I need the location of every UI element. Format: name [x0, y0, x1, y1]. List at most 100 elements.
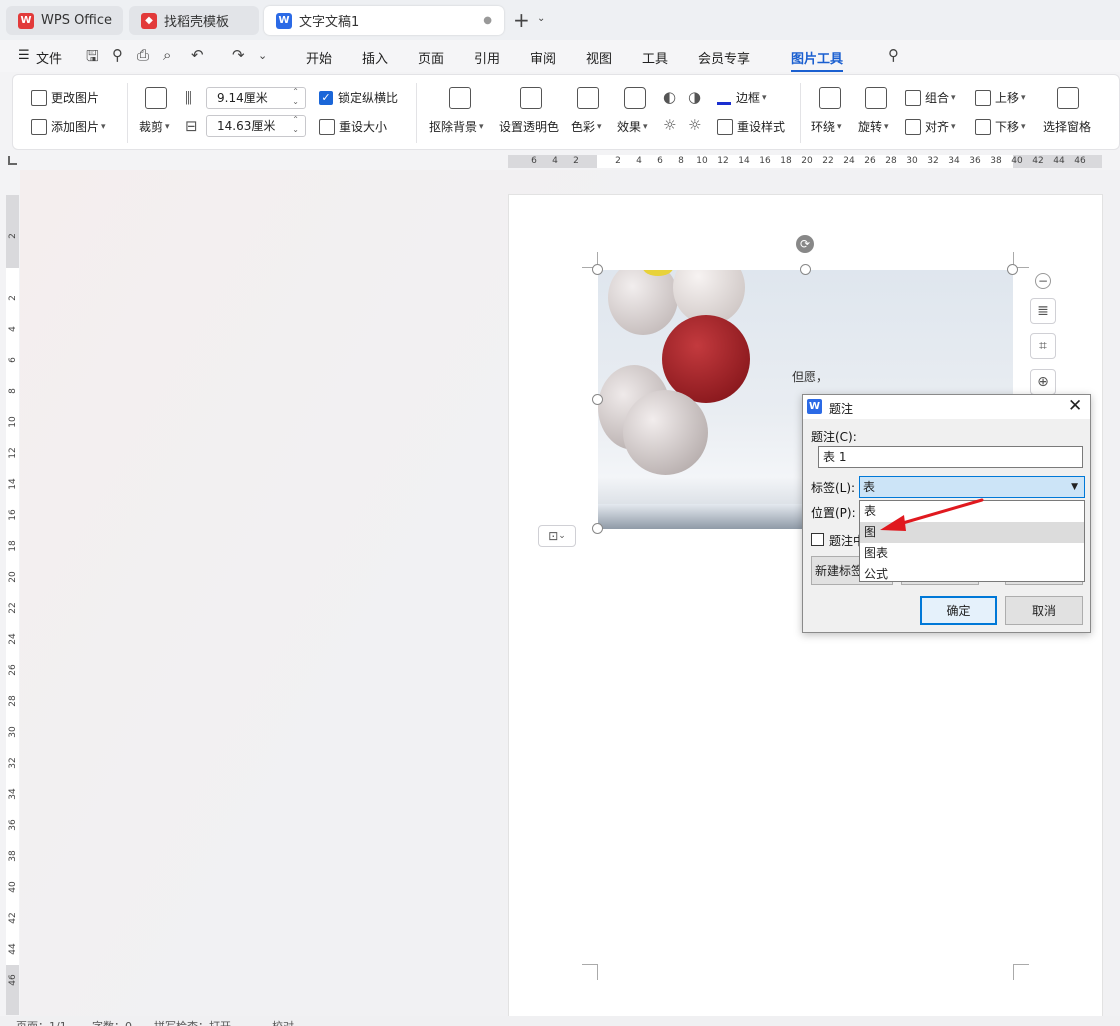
selection-pane-button[interactable]: 选择窗格	[1043, 118, 1091, 135]
label: 效果	[617, 120, 642, 134]
contrast-down-icon[interactable]: ☼	[688, 116, 701, 134]
status-proof[interactable]: 校对	[272, 1018, 294, 1026]
ruler-tick-label: 44	[8, 943, 18, 955]
rotate-icon[interactable]	[865, 87, 887, 109]
menu-icon[interactable]: ☰	[18, 48, 30, 63]
height-input[interactable]: 14.63厘米	[206, 115, 306, 137]
menu-view[interactable]: 视图	[586, 48, 612, 67]
reset-style-button[interactable]: 重设样式	[717, 118, 785, 135]
caption-label: 题注(C):	[811, 430, 857, 444]
rotate-button[interactable]: 旋转 ▾	[858, 118, 889, 135]
selection-pane-icon[interactable]	[1057, 87, 1079, 109]
border-button[interactable]: 边框 ▾	[717, 89, 767, 106]
label: 下移	[995, 120, 1020, 134]
wrap-icon[interactable]	[819, 87, 841, 109]
redo-icon[interactable]: ↷	[232, 46, 245, 64]
ribbon: 更改图片 添加图片▾ 裁剪▾ ⫼ ⊟ 9.14厘米 14.63厘米 ✓ 锁定纵横比…	[12, 74, 1120, 150]
chevron-down-icon[interactable]: ⌄	[537, 13, 545, 24]
tab-bar: W WPS Office ◆ 找稻壳模板 W 文字文稿1 ● + ⌄	[0, 0, 1120, 40]
resize-handle[interactable]	[800, 264, 811, 275]
color-icon[interactable]	[577, 87, 599, 109]
brightness-up-icon[interactable]: ◐	[663, 88, 676, 106]
tab-document[interactable]: W 文字文稿1 ●	[264, 6, 504, 35]
ruler-tick-label: 30	[8, 726, 18, 738]
new-tab-icon[interactable]: +	[513, 8, 530, 32]
menu-reference[interactable]: 引用	[474, 48, 500, 67]
label-select-value: 表	[863, 480, 876, 494]
resize-handle[interactable]	[592, 523, 603, 534]
undo-icon[interactable]: ↶	[191, 46, 204, 64]
group-button[interactable]: 组合 ▾	[905, 89, 956, 106]
cancel-button[interactable]: 取消	[1005, 596, 1083, 625]
remove-background-icon[interactable]	[449, 87, 471, 109]
ruler-corner-icon[interactable]	[8, 156, 17, 165]
menu-home[interactable]: 开始	[306, 48, 332, 67]
crop-button[interactable]: 裁剪 ▾	[139, 118, 170, 135]
color-button[interactable]: 色彩 ▾	[571, 118, 602, 135]
border-icon	[717, 91, 731, 105]
dropdown-option-equation[interactable]: 公式	[860, 564, 1084, 585]
resize-handle[interactable]	[592, 264, 603, 275]
status-page[interactable]: 页面：1/1	[16, 1018, 67, 1026]
collapse-icon[interactable]: −	[1035, 273, 1051, 289]
vertical-ruler[interactable]: 2 2 4 6 8 10 12 14 16 18 20 22 24 26 28 30 32 34 36 38 40 42 4…	[6, 195, 19, 1015]
print-icon[interactable]: ⎙	[137, 46, 149, 64]
margin-mark	[1013, 964, 1029, 980]
label-label: 标签(L):	[811, 481, 856, 495]
label: 上移	[995, 91, 1020, 105]
set-transparent-button[interactable]: 设置透明色	[499, 118, 559, 135]
move-up-button[interactable]: 上移 ▾	[975, 89, 1026, 106]
status-spell[interactable]: 拼写检查：打开	[154, 1018, 231, 1026]
ruler-tick-label: 10	[8, 416, 18, 428]
more-icon[interactable]: ⌄	[258, 49, 267, 62]
effect-icon[interactable]	[624, 87, 646, 109]
menu-insert[interactable]: 插入	[362, 48, 388, 67]
tab-wps-office[interactable]: W WPS Office	[6, 6, 123, 35]
horizontal-ruler[interactable]: 6 4 2 2 4 6 8 10 12 14 16 18 20 22 24 26 28 30 32 34 36 38 40 4…	[508, 155, 1102, 168]
share-icon[interactable]: ⚲	[112, 46, 123, 64]
image-layout-button[interactable]: ⊡ ⌄	[538, 525, 576, 547]
resize-handle[interactable]	[1007, 264, 1018, 275]
move-down-button[interactable]: 下移 ▾	[975, 118, 1026, 135]
contrast-up-icon[interactable]: ◑	[688, 88, 701, 106]
menu-page[interactable]: 页面	[418, 48, 444, 67]
add-picture-button[interactable]: 添加图片 ▾	[31, 118, 106, 135]
ruler-tick-label: 2	[8, 295, 18, 301]
set-transparent-icon[interactable]	[520, 87, 542, 109]
close-icon[interactable]: ✕	[1068, 396, 1082, 416]
menu-review[interactable]: 审阅	[530, 48, 556, 67]
status-words[interactable]: 字数：0	[92, 1018, 132, 1026]
change-picture-button[interactable]: 更改图片	[31, 89, 99, 106]
print-preview-icon[interactable]: ⌕	[163, 46, 171, 64]
dropdown-option-chart[interactable]: 图表	[860, 543, 1084, 564]
menu-tools[interactable]: 工具	[642, 48, 668, 67]
menu-picture-tools[interactable]: 图片工具	[791, 48, 844, 72]
effect-button[interactable]: 效果 ▾	[617, 118, 648, 135]
exclude-label-checkbox[interactable]	[811, 533, 824, 546]
remove-background-button[interactable]: 抠除背景 ▾	[429, 118, 484, 135]
tab-label: 找稻壳模板	[164, 15, 230, 30]
ok-button[interactable]: 确定	[920, 596, 997, 625]
wrap-button[interactable]: 环绕 ▾	[811, 118, 842, 135]
layout-options-icon[interactable]: ≣	[1030, 298, 1056, 324]
crop-icon[interactable]	[145, 87, 167, 109]
tab-docer[interactable]: ◆ 找稻壳模板	[129, 6, 259, 35]
width-input[interactable]: 9.14厘米	[206, 87, 306, 109]
status-bar: 页面：1/1 字数：0 拼写检查：打开 校对	[0, 1016, 1120, 1026]
position-label: 位置(P):	[811, 506, 856, 520]
save-icon[interactable]: 🖫	[86, 46, 99, 71]
move-down-icon	[975, 118, 991, 135]
menu-file[interactable]: 文件	[36, 48, 62, 67]
menu-member[interactable]: 会员专享	[698, 48, 750, 67]
caption-input[interactable]: 表 1	[818, 446, 1083, 468]
resize-handle[interactable]	[592, 394, 603, 405]
brightness-down-icon[interactable]: ☼	[663, 116, 676, 134]
lock-ratio-checkbox[interactable]: ✓ 锁定纵横比	[319, 89, 398, 106]
rotate-handle-icon[interactable]: ⟳	[796, 235, 814, 253]
reset-size-button[interactable]: 重设大小	[319, 118, 387, 135]
align-button[interactable]: 对齐 ▾	[905, 118, 956, 135]
zoom-in-icon[interactable]: ⊕	[1030, 369, 1056, 395]
unsaved-dot-icon[interactable]: ●	[483, 15, 492, 26]
crop-image-icon[interactable]: ⌗	[1030, 333, 1056, 359]
search-icon[interactable]: ⚲	[888, 46, 899, 64]
